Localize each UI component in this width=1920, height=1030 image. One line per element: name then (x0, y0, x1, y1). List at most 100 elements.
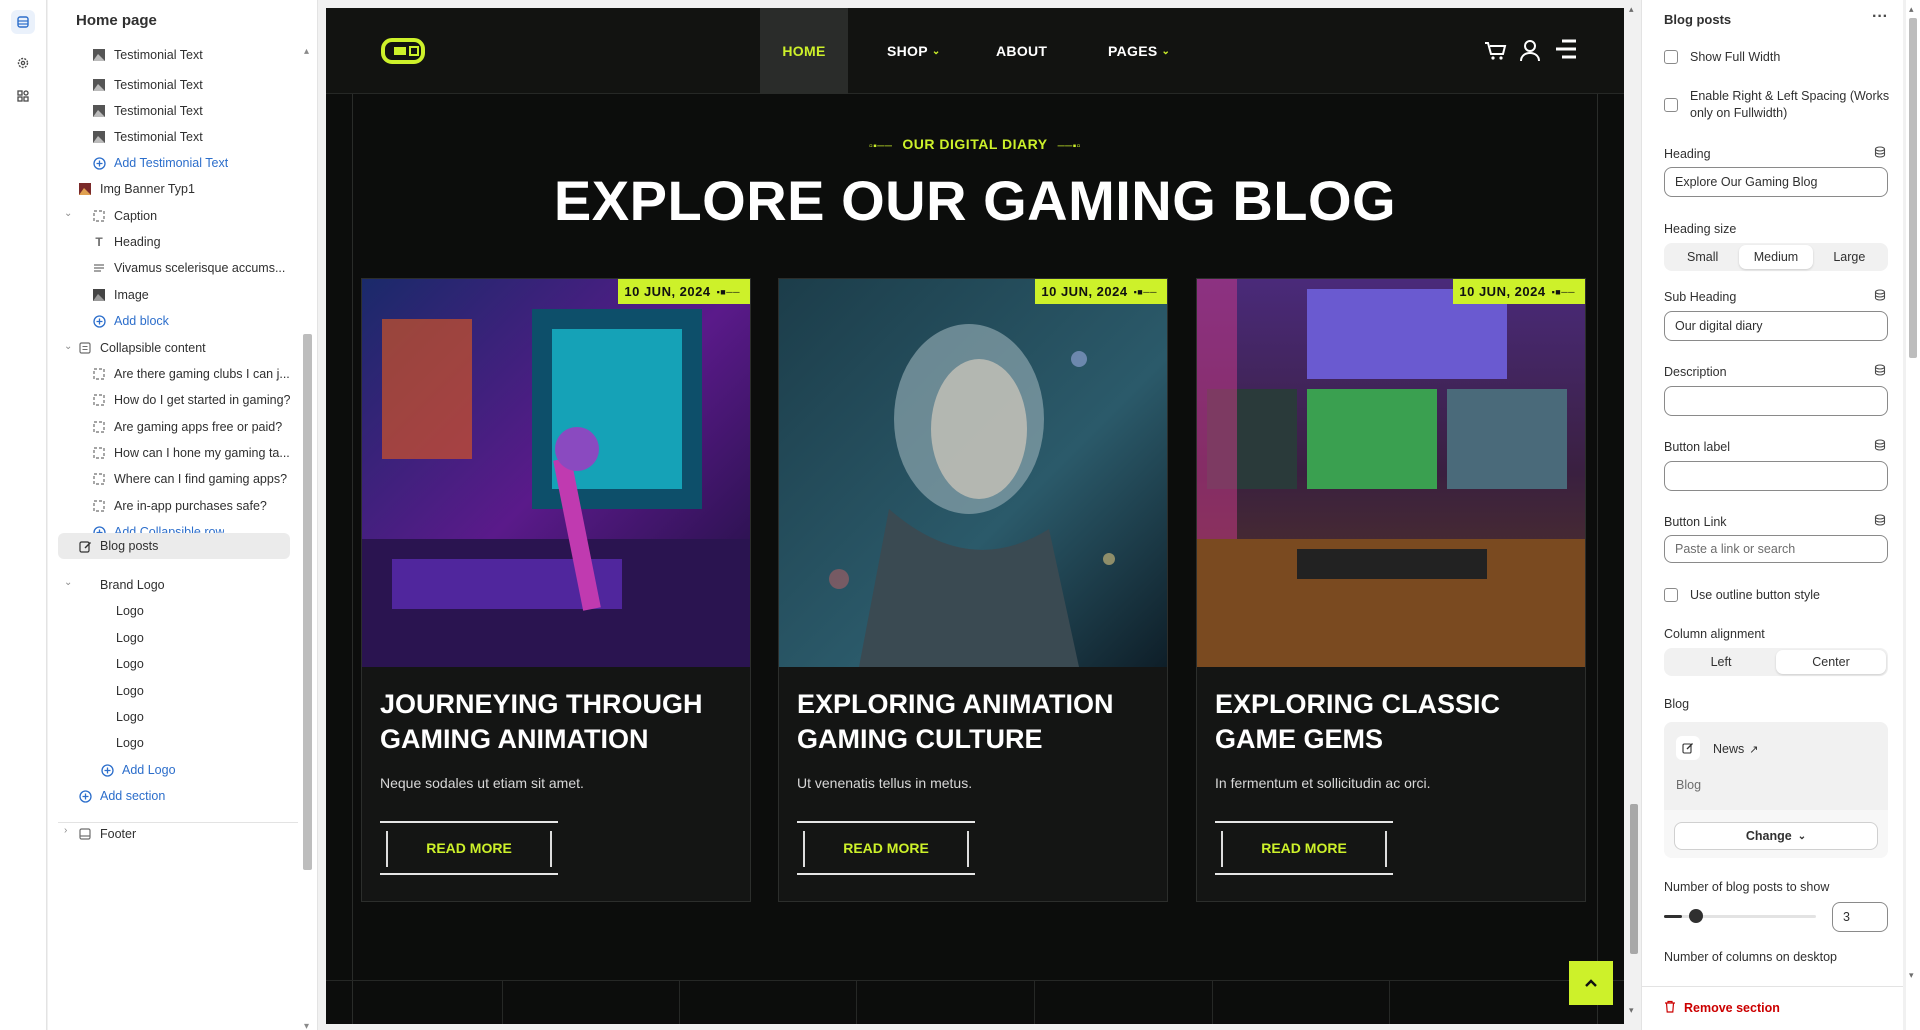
tree-item[interactable]: Logo (116, 678, 144, 704)
read-more-button[interactable]: READ MORE (797, 821, 975, 875)
scroll-down-icon[interactable]: ▾ (304, 1022, 314, 1030)
alignment-center[interactable]: Center (1776, 650, 1886, 674)
change-blog-button[interactable]: Change ⌄ (1674, 822, 1878, 850)
preview-scrollbar[interactable]: ▴ ▾ (1628, 0, 1640, 1030)
plus-circle-icon (92, 314, 106, 328)
add-testimonial-button[interactable]: Add Testimonial Text (92, 150, 228, 176)
edit-icon[interactable] (1676, 736, 1700, 760)
site-logo[interactable] (380, 36, 428, 69)
tree-item[interactable]: Logo (116, 704, 144, 730)
tree-item[interactable]: Vivamus scelerisque accums... (92, 255, 285, 281)
account-icon[interactable] (1519, 38, 1541, 65)
num-posts-slider[interactable] (1664, 915, 1816, 918)
tree-item[interactable]: Testimonial Text (92, 42, 203, 68)
heading-size-medium[interactable]: Medium (1739, 245, 1813, 269)
add-section-button[interactable]: Add section (78, 783, 165, 809)
remove-section-button[interactable]: Remove section (1664, 1000, 1780, 1016)
chevron-down-icon[interactable]: ⌄ (64, 209, 74, 219)
nav-shop[interactable]: SHOP ⌄ (887, 8, 941, 94)
tree-section[interactable]: Brand Logo (100, 572, 165, 598)
add-block-button[interactable]: Add block (92, 308, 169, 334)
tree-item[interactable]: Logo (116, 730, 144, 756)
settings-scrollbar[interactable]: ▴ ▾ (1906, 0, 1920, 1030)
read-more-button[interactable]: READ MORE (1215, 821, 1393, 875)
heading-size-small[interactable]: Small (1666, 245, 1739, 269)
tree-item[interactable]: Image (92, 282, 149, 308)
button-label-input[interactable] (1664, 461, 1888, 491)
outline-button-checkbox[interactable] (1664, 588, 1678, 602)
nav-home[interactable]: HOME (760, 8, 848, 94)
tree-section[interactable]: Footer (78, 821, 136, 847)
heading-size-large[interactable]: Large (1813, 245, 1886, 269)
chevron-right-icon[interactable]: › (64, 826, 74, 836)
tree-item[interactable]: Are there gaming clubs I can j... (92, 361, 290, 387)
settings-gear-icon[interactable] (11, 51, 35, 75)
slider-thumb[interactable] (1688, 909, 1703, 923)
nav-about[interactable]: ABOUT (996, 8, 1047, 94)
tree-item[interactable]: Where can I find gaming apps? (92, 466, 287, 492)
dynamic-source-icon[interactable] (1874, 514, 1886, 526)
description-input[interactable] (1664, 386, 1888, 416)
blog-card-image[interactable] (1197, 279, 1585, 667)
scroll-up-icon[interactable]: ▴ (1629, 4, 1634, 15)
tree-item[interactable]: Logo (116, 625, 144, 651)
blog-card-image[interactable] (779, 279, 1167, 667)
tree-item[interactable]: Testimonial Text (92, 72, 203, 98)
tree-item[interactable]: T Heading (92, 229, 160, 255)
tree-item[interactable]: Caption (92, 203, 157, 229)
tree-item[interactable]: Logo (116, 651, 144, 677)
nav-pages[interactable]: PAGES ⌄ (1108, 8, 1170, 94)
dynamic-source-icon[interactable] (1874, 364, 1886, 376)
tree-section[interactable]: Img Banner Typ1 (78, 176, 195, 202)
scroll-up-icon[interactable]: ▴ (304, 47, 314, 57)
blog-card-title[interactable]: EXPLORING ANIMATION GAMING CULTURE (797, 687, 1157, 757)
scroll-up-icon[interactable]: ▴ (1909, 4, 1914, 15)
image-icon (92, 130, 106, 144)
menu-icon[interactable] (1554, 38, 1578, 63)
apps-icon[interactable] (11, 84, 35, 108)
blog-card[interactable]: 10 JUN, 2024 ▪■── JOURNEYING THROUGH GAMI… (361, 278, 751, 902)
tree-section-blog-posts[interactable]: Blog posts (58, 533, 290, 559)
back-to-top-button[interactable] (1569, 961, 1613, 1005)
block-icon (92, 472, 106, 486)
heading-input[interactable]: Explore Our Gaming Blog (1664, 167, 1888, 197)
dynamic-source-icon[interactable] (1874, 289, 1886, 301)
dynamic-source-icon[interactable] (1874, 146, 1886, 158)
blog-card-title[interactable]: EXPLORING CLASSIC GAME GEMS (1215, 687, 1575, 757)
scroll-down-icon[interactable]: ▾ (1629, 1005, 1634, 1016)
scrollbar-thumb[interactable] (1630, 804, 1638, 954)
tree-item[interactable]: How can I hone my gaming ta... (92, 440, 290, 466)
scrollbar-thumb[interactable] (1909, 18, 1917, 358)
num-posts-input[interactable]: 3 (1832, 902, 1888, 932)
alignment-left[interactable]: Left (1666, 650, 1776, 674)
tree-item[interactable]: Logo (116, 598, 144, 624)
tree-item[interactable]: Testimonial Text (92, 98, 203, 124)
cart-icon[interactable] (1483, 38, 1507, 65)
blog-card[interactable]: 10 JUN, 2024 ▪■── EXPLORING ANIMATION GAM… (778, 278, 1168, 902)
tree-section[interactable]: Collapsible content (78, 335, 206, 361)
tree-item[interactable]: Testimonial Text (92, 124, 203, 150)
button-link-input[interactable]: Paste a link or search (1664, 535, 1888, 563)
blog-card-title[interactable]: JOURNEYING THROUGH GAMING ANIMATION (380, 687, 740, 757)
tree-item[interactable]: How do I get started in gaming? (92, 387, 291, 413)
show-full-width-checkbox[interactable] (1664, 50, 1678, 64)
scrollbar[interactable] (303, 334, 312, 870)
tree-item[interactable]: Are gaming apps free or paid? (92, 414, 282, 440)
blog-name-link[interactable]: News ↗ (1713, 742, 1758, 756)
blog-card-image[interactable] (362, 279, 750, 667)
more-options-icon[interactable]: ··· (1872, 8, 1888, 26)
chevron-down-icon[interactable]: ⌄ (64, 342, 74, 352)
external-link-icon: ↗ (1749, 744, 1759, 756)
add-logo-button[interactable]: Add Logo (100, 757, 176, 783)
read-more-button[interactable]: READ MORE (380, 821, 558, 875)
enable-spacing-checkbox[interactable] (1664, 98, 1678, 112)
blog-card[interactable]: 10 JUN, 2024 ▪■── EXPLORING CLASSIC GAME … (1196, 278, 1586, 902)
block-icon (92, 420, 106, 434)
tree-item[interactable]: Are in-app purchases safe? (92, 493, 267, 519)
scroll-down-icon[interactable]: ▾ (1909, 970, 1914, 981)
blog-label: Blog (1664, 697, 1690, 711)
sub-heading-input[interactable]: Our digital diary (1664, 311, 1888, 341)
chevron-down-icon[interactable]: ⌄ (64, 578, 74, 588)
dynamic-source-icon[interactable] (1874, 439, 1886, 451)
sections-icon[interactable] (11, 10, 35, 34)
